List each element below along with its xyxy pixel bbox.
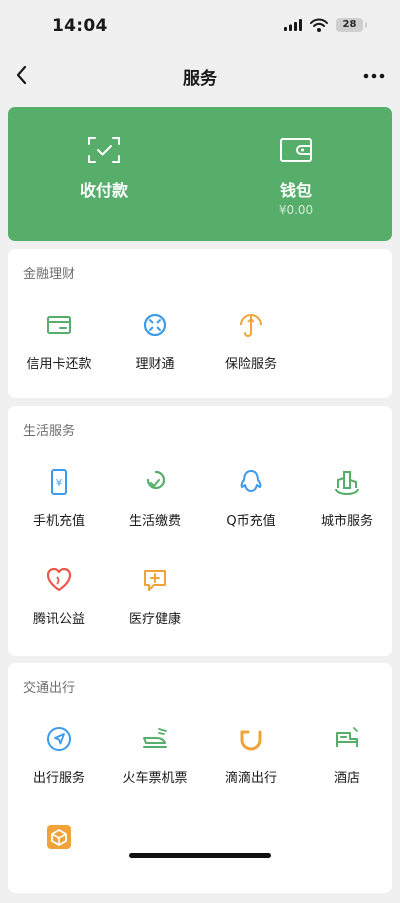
medical-icon (144, 570, 166, 591)
charity-item[interactable]: 腾讯公益 (11, 566, 107, 646)
more-icon[interactable] (358, 64, 390, 88)
battery-icon: 28 (336, 18, 363, 32)
item-label: 酒店 (333, 771, 360, 786)
svg-text:¥: ¥ (56, 478, 62, 489)
item-label: 手机充值 (32, 514, 85, 529)
status-time: 14:04 (52, 16, 108, 36)
pay-receive-button[interactable]: 收付款 (8, 107, 200, 241)
item-label: 保险服务 (224, 357, 277, 372)
hotel-icon (336, 727, 358, 747)
home-indicator[interactable] (129, 853, 271, 858)
status-bar: 14:04 28 (0, 0, 400, 50)
life-section: 生活服务 ¥ 手机充值 生活缴费 Q币充值 城市服务 腾讯公益 医疗健康 (8, 406, 392, 656)
section-title: 交通出行 (23, 681, 76, 696)
item-label: 滴滴出行 (224, 771, 277, 786)
wallet-button[interactable]: 钱包 ¥0.00 (200, 107, 392, 241)
wealth-item[interactable]: 理财通 (107, 311, 203, 391)
credit-card-icon (47, 316, 71, 334)
phone-recharge-icon: ¥ (51, 469, 67, 495)
travel-service-item[interactable]: 出行服务 (11, 725, 107, 805)
item-label: 生活缴费 (128, 514, 181, 529)
navigation-icon (47, 727, 71, 751)
wealth-icon (143, 313, 167, 337)
package-item[interactable] (11, 823, 107, 903)
didi-item[interactable]: 滴滴出行 (203, 725, 299, 805)
city-service-item[interactable]: 城市服务 (299, 468, 395, 548)
finance-section: 金融理财 信用卡还款 理财通 保险服务 (8, 249, 392, 398)
hotel-item[interactable]: 酒店 (299, 725, 395, 805)
insurance-icon (240, 314, 262, 337)
item-label: 信用卡还款 (26, 357, 92, 372)
wifi-icon (310, 18, 328, 32)
item-label: 城市服务 (320, 514, 373, 529)
package-icon (47, 825, 71, 849)
nav-bar: 服务 (0, 50, 400, 100)
insurance-item[interactable]: 保险服务 (203, 311, 299, 391)
charity-icon (46, 567, 72, 592)
item-label: 理财通 (135, 357, 175, 372)
item-label: 医疗健康 (128, 612, 181, 627)
qq-coin-icon (240, 470, 262, 492)
didi-icon (240, 730, 262, 751)
credit-card-repay-item[interactable]: 信用卡还款 (11, 311, 107, 391)
utility-payment-icon (146, 470, 166, 490)
section-title: 金融理财 (23, 267, 76, 282)
travel-section: 交通出行 出行服务 火车票机票 滴滴出行 酒店 (8, 663, 392, 893)
signal-icon (284, 19, 302, 31)
item-label: 腾讯公益 (32, 612, 85, 627)
battery-level: 28 (342, 19, 357, 30)
utility-payment-item[interactable]: 生活缴费 (107, 468, 203, 548)
page-title: 服务 (183, 69, 217, 89)
wallet-label: 钱包 (279, 181, 312, 200)
wallet-balance: ¥0.00 (278, 203, 314, 217)
qq-coin-item[interactable]: Q币充值 (203, 468, 299, 548)
phone-recharge-item[interactable]: ¥ 手机充值 (11, 468, 107, 548)
train-plane-icon (143, 728, 167, 748)
scan-pay-icon (88, 137, 120, 163)
city-service-icon (335, 471, 359, 495)
section-title: 生活服务 (23, 424, 76, 439)
battery-tip (365, 22, 367, 28)
item-label: 出行服务 (32, 771, 85, 786)
item-label: Q币充值 (226, 514, 276, 529)
item-label: 火车票机票 (122, 771, 188, 786)
wallet-icon (280, 138, 312, 162)
medical-item[interactable]: 医疗健康 (107, 566, 203, 646)
wallet-card: 收付款 钱包 ¥0.00 (8, 107, 392, 241)
train-plane-item[interactable]: 火车票机票 (107, 725, 203, 805)
pay-receive-label: 收付款 (79, 181, 128, 200)
